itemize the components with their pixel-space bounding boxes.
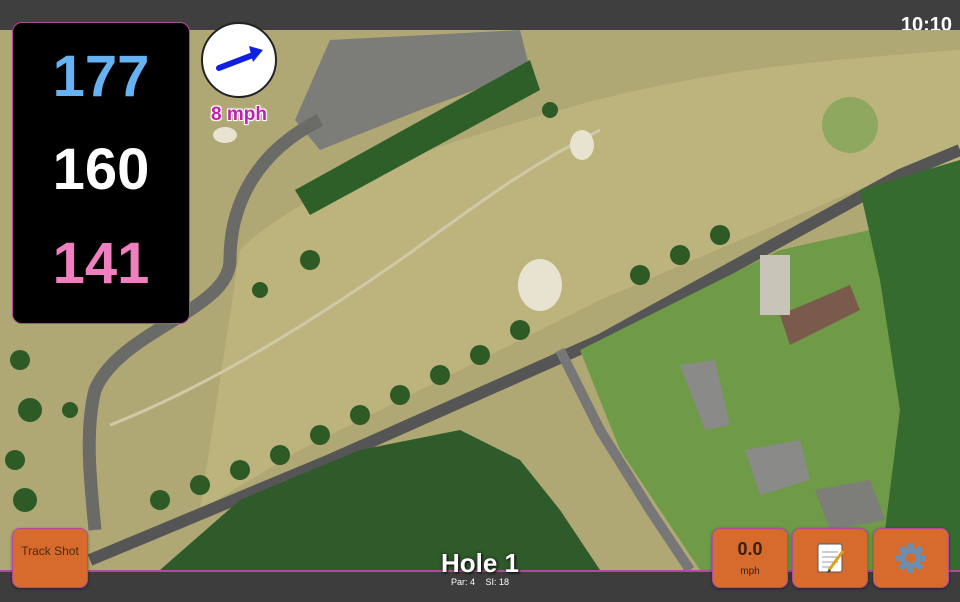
middle-distance: 160 bbox=[52, 137, 150, 202]
gear-icon bbox=[896, 543, 926, 573]
green bbox=[822, 97, 878, 153]
wind-speed-label: 8 mph bbox=[211, 104, 267, 125]
hole-par: Par: 4 bbox=[450, 577, 475, 587]
wind-speed-value: 0.0 bbox=[737, 539, 763, 559]
front-distance: 141 bbox=[52, 231, 150, 296]
building bbox=[760, 255, 790, 315]
bunker bbox=[518, 259, 562, 311]
hole-info: Par: 4 SI: 18 bbox=[380, 577, 580, 587]
wind-direction-indicator bbox=[201, 22, 277, 98]
wind-speed-unit: mph bbox=[740, 566, 760, 577]
track-shot-button[interactable]: Track Shot bbox=[12, 528, 88, 588]
notes-button[interactable] bbox=[792, 528, 868, 588]
bunker bbox=[213, 127, 237, 143]
notepad-icon bbox=[817, 543, 845, 573]
bunker bbox=[570, 130, 594, 160]
distance-panel: 177 160 141 bbox=[12, 22, 190, 324]
hole-title: Hole 1 bbox=[440, 548, 520, 578]
track-shot-label: Track Shot bbox=[21, 544, 79, 558]
wind-speed-button[interactable]: 0.0 mph bbox=[712, 528, 788, 588]
hole-si: SI: 18 bbox=[485, 577, 510, 587]
back-distance: 177 bbox=[52, 44, 150, 109]
settings-button[interactable] bbox=[873, 528, 949, 588]
wind-arrow-icon bbox=[216, 46, 263, 71]
